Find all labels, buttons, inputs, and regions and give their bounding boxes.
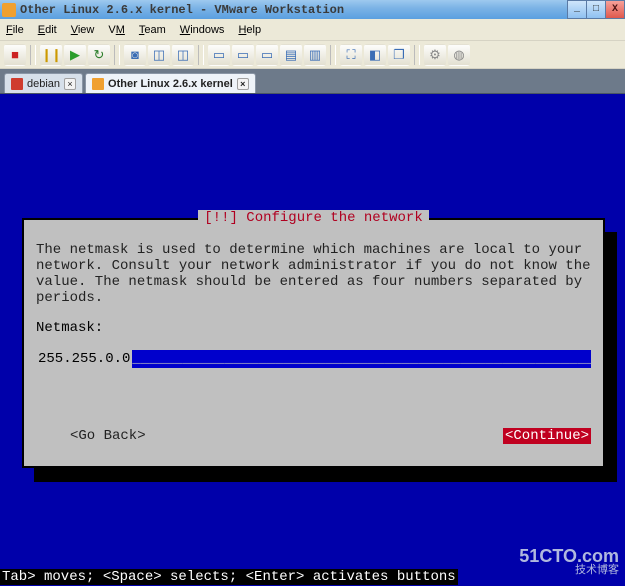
keyboard-hint: Tab> moves; <Space> selects; <Enter> act… [0, 569, 458, 585]
menubar: File Edit View VM Team Windows Help [0, 19, 625, 41]
toolbar-separator [114, 45, 120, 65]
dialog-body: The netmask is used to determine which m… [36, 242, 591, 306]
watermark-logo: 51CTO.com 技术博客 [519, 547, 619, 576]
pause-button[interactable]: ❙❙ [40, 44, 62, 66]
stop-button[interactable]: ■ [4, 44, 26, 66]
toolbar-separator [30, 45, 36, 65]
menu-edit-label: dit [45, 24, 57, 36]
tab-label: debian [27, 78, 60, 90]
snapshot-manager-button[interactable]: ◫ [172, 44, 194, 66]
menu-help-label: elp [246, 24, 261, 36]
titlebar: Other Linux 2.6.x kernel - VMware Workst… [0, 0, 625, 19]
minimize-button[interactable]: _ [567, 0, 587, 19]
menu-team[interactable]: Team [139, 24, 166, 36]
fullscreen-button[interactable]: ⛶ [340, 44, 362, 66]
dialog-buttons: <Go Back> <Continue> [36, 428, 591, 444]
guest-console[interactable]: [!!] Configure the network The netmask i… [0, 94, 625, 586]
maximize-button[interactable]: □ [586, 0, 606, 19]
watermark-sub: 技术博客 [519, 565, 619, 576]
toolbar-separator [330, 45, 336, 65]
menu-vm[interactable]: VM [108, 24, 125, 36]
layout-button-3[interactable]: ▭ [256, 44, 278, 66]
dialog-title: [!!] Configure the network [198, 210, 428, 226]
tab-debian[interactable]: debian × [4, 73, 83, 93]
play-button[interactable]: ▶ [64, 44, 86, 66]
window-title: Other Linux 2.6.x kernel - VMware Workst… [20, 3, 344, 17]
app-icon [2, 3, 16, 17]
close-button[interactable]: X [605, 0, 625, 19]
layout-button-4[interactable]: ▤ [280, 44, 302, 66]
quick-switch-button[interactable]: ❐ [388, 44, 410, 66]
vm-tabs: debian × Other Linux 2.6.x kernel × [0, 69, 625, 94]
tab-label: Other Linux 2.6.x kernel [108, 78, 233, 90]
netmask-input[interactable]: 255.255.0.0 ____________________________… [36, 350, 591, 368]
dialog-title-row: [!!] Configure the network [24, 210, 603, 226]
show-console-button[interactable]: ▭ [208, 44, 230, 66]
menu-view-label: iew [78, 24, 95, 36]
menu-file-label: ile [13, 24, 24, 36]
snapshot-button[interactable]: ◙ [124, 44, 146, 66]
layout-button-5[interactable]: ▥ [304, 44, 326, 66]
menu-view[interactable]: View [71, 24, 95, 36]
revert-button[interactable]: ◫ [148, 44, 170, 66]
go-back-button[interactable]: <Go Back> [36, 428, 146, 444]
menu-help[interactable]: Help [238, 24, 261, 36]
linux-icon [92, 78, 104, 90]
netmask-label: Netmask: [36, 320, 103, 336]
tab-close-button[interactable]: × [64, 78, 76, 90]
unity-button[interactable]: ◧ [364, 44, 386, 66]
settings-button[interactable]: ⚙ [424, 44, 446, 66]
netmask-value: 255.255.0.0 [36, 350, 132, 368]
tab-close-button[interactable]: × [237, 78, 249, 90]
menu-windows[interactable]: Windows [180, 24, 225, 36]
configure-network-dialog: [!!] Configure the network The netmask i… [22, 218, 605, 468]
menu-team-label: eam [144, 24, 165, 36]
menu-windows-label: indows [190, 24, 224, 36]
menu-file[interactable]: File [6, 24, 24, 36]
window-controls: _ □ X [568, 0, 625, 19]
input-fill: ________________________________________… [132, 351, 591, 367]
continue-button[interactable]: <Continue> [503, 428, 591, 444]
tab-other-linux[interactable]: Other Linux 2.6.x kernel × [85, 73, 256, 93]
debian-icon [11, 78, 23, 90]
disk-button[interactable]: ◍ [448, 44, 470, 66]
watermark-main: 51CTO.com [519, 546, 619, 566]
toolbar-separator [414, 45, 420, 65]
toolbar: ■ ❙❙ ▶ ↻ ◙ ◫ ◫ ▭ ▭ ▭ ▤ ▥ ⛶ ◧ ❐ ⚙ ◍ [0, 41, 625, 69]
toolbar-separator [198, 45, 204, 65]
menu-edit[interactable]: Edit [38, 24, 57, 36]
layout-button-2[interactable]: ▭ [232, 44, 254, 66]
reset-button[interactable]: ↻ [88, 44, 110, 66]
